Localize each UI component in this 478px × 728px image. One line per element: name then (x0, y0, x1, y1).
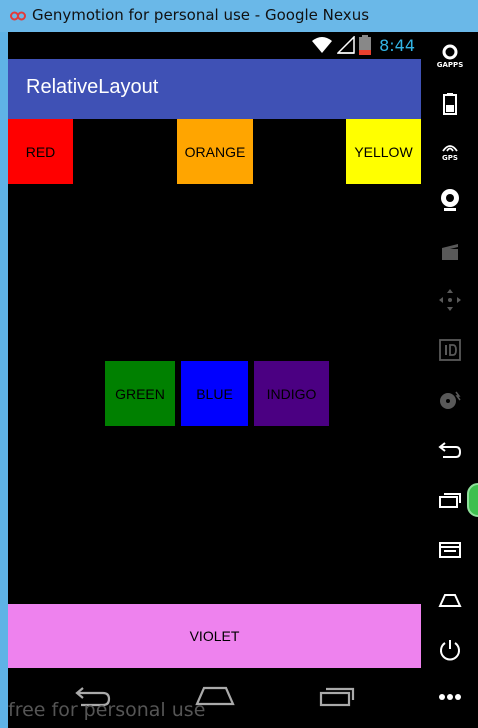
signal-icon (337, 36, 355, 54)
gapps-icon (442, 44, 458, 59)
battery-icon (359, 35, 372, 55)
tool-power[interactable] (429, 630, 471, 670)
tool-gapps[interactable]: GAPPS (429, 36, 471, 76)
genymotion-logo-icon (10, 11, 26, 21)
battery-icon (443, 93, 457, 115)
tool-disk[interactable] (429, 380, 471, 420)
tool-menu[interactable] (429, 530, 471, 570)
tool-recents[interactable] (429, 480, 471, 520)
more-icon (439, 694, 461, 700)
gapps-label: GAPPS (436, 60, 464, 69)
power-icon (440, 640, 460, 661)
dpad-icon (439, 289, 461, 311)
gps-icon (442, 144, 458, 152)
tool-back[interactable] (429, 430, 471, 470)
box-indigo: INDIGO (254, 361, 329, 426)
tool-device-id[interactable] (429, 330, 471, 370)
tool-dpad[interactable] (429, 280, 471, 320)
navigation-bar: free for personal use (8, 669, 421, 728)
box-violet: VIOLET (8, 604, 421, 668)
status-time: 8:44 (379, 35, 415, 55)
app-title: RelativeLayout (26, 76, 159, 98)
id-icon (439, 339, 461, 361)
nav-recents-button[interactable] (312, 679, 362, 713)
box-yellow: YELLOW (346, 119, 421, 184)
recents-icon (319, 687, 355, 707)
tool-gps[interactable]: GPS (429, 132, 471, 172)
box-orange: ORANGE (177, 119, 253, 184)
tool-home[interactable] (429, 580, 471, 620)
wifi-icon (312, 37, 333, 53)
window-title: Genymotion for personal use - Google Nex… (32, 6, 370, 24)
relative-layout-content: RED ORANGE YELLOW GREEN BLUE INDIGO VIOL… (8, 119, 421, 669)
tool-more[interactable] (429, 677, 471, 717)
genymotion-toolbar: GAPPS GPS (421, 32, 478, 728)
tool-battery[interactable] (429, 84, 471, 124)
recents-icon (439, 493, 461, 508)
home-icon (438, 594, 462, 607)
action-bar: RelativeLayout (8, 59, 421, 119)
back-icon (438, 442, 462, 458)
floating-badge[interactable] (467, 483, 478, 517)
camera-icon (441, 189, 459, 211)
box-green: GREEN (105, 361, 175, 426)
box-blue: BLUE (181, 361, 248, 426)
watermark-text: free for personal use (8, 699, 206, 721)
device-screen[interactable]: 8:44 RelativeLayout RED ORANGE YELLOW GR… (8, 32, 421, 728)
menu-icon (439, 542, 461, 558)
tool-camera[interactable] (429, 180, 471, 220)
disk-icon (440, 391, 461, 409)
gps-label: GPS (442, 153, 458, 162)
window-titlebar[interactable]: Genymotion for personal use - Google Nex… (0, 0, 478, 32)
tool-screencast[interactable] (429, 232, 471, 272)
box-red: RED (8, 119, 73, 184)
status-bar: 8:44 (8, 32, 421, 59)
clapper-icon (442, 244, 458, 260)
